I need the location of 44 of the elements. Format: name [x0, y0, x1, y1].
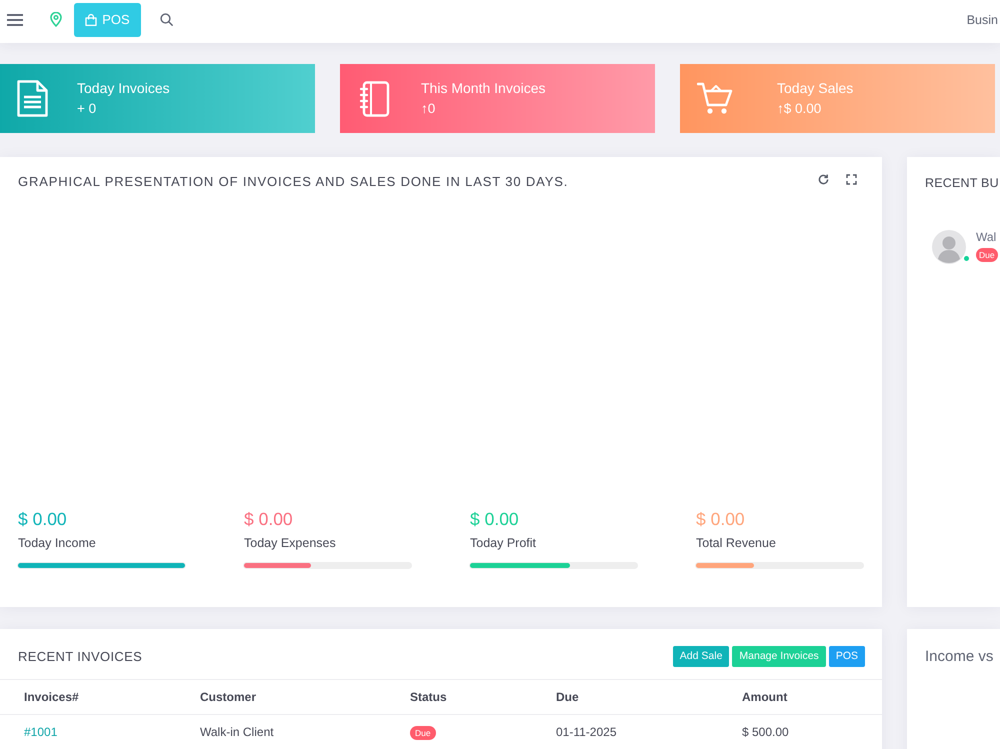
metric-value: $ 0.00	[18, 509, 68, 530]
column-header: Customer	[200, 690, 258, 704]
metric-label: Total Revenue	[696, 536, 777, 550]
stat-title: This Month Invoices	[421, 80, 546, 96]
status-badge: Due	[976, 248, 998, 262]
column-header: Due	[556, 690, 580, 704]
stat-value: ↑$ 0.00	[777, 100, 822, 116]
refresh-icon[interactable]	[818, 174, 829, 185]
customer-name[interactable]: Wal	[976, 230, 996, 244]
column-header: Amount	[742, 690, 788, 704]
panel-title: GRAPHICAL PRESENTATION OF INVOICES AND SALES DONE IN LAST 30 DAYS.	[18, 174, 568, 189]
metric-label: Today Profit	[470, 536, 538, 550]
panel-title: Income vs	[925, 648, 994, 665]
stat-title: Today Sales	[777, 80, 854, 96]
action-button[interactable]: Add Sale	[672, 646, 730, 666]
table-cell-text: $ 500.00	[742, 725, 790, 739]
shopping-cart-icon	[697, 82, 733, 115]
metric-label: Today Expenses	[244, 536, 337, 550]
document-icon	[17, 80, 48, 117]
table-cell-text: Walk-in Client	[200, 725, 275, 739]
metric-value: $ 0.00	[470, 509, 520, 530]
table-cell-text: 01-11-2025	[556, 725, 618, 739]
status-badge: Due	[410, 726, 436, 740]
panel-title: RECENT BU	[925, 176, 999, 190]
column-header: Invoices#	[24, 690, 80, 704]
menu-icon[interactable]	[7, 14, 23, 26]
panel-title: RECENT INVOICES	[18, 648, 142, 664]
action-button[interactable]: POS	[828, 646, 865, 666]
stat-value: ↑0	[421, 100, 436, 116]
metric-value: $ 0.00	[696, 509, 746, 530]
invoice-link[interactable]: #1001	[24, 725, 58, 739]
stat-value: + 0	[77, 100, 98, 116]
stat-title: Today Invoices	[77, 80, 170, 96]
column-header: Status	[410, 690, 448, 704]
fullscreen-icon[interactable]	[846, 174, 857, 185]
search-icon[interactable]	[160, 13, 173, 26]
pos-button[interactable]: POS	[74, 2, 141, 36]
avatar-icon	[932, 230, 966, 264]
business-name[interactable]: Busin	[966, 12, 998, 26]
metric-value: $ 0.00	[244, 509, 294, 530]
metric-label: Today Income	[18, 536, 97, 550]
action-button[interactable]: Manage Invoices	[732, 646, 826, 666]
notebook-icon	[360, 80, 390, 116]
shopping-bag-icon	[85, 14, 98, 26]
